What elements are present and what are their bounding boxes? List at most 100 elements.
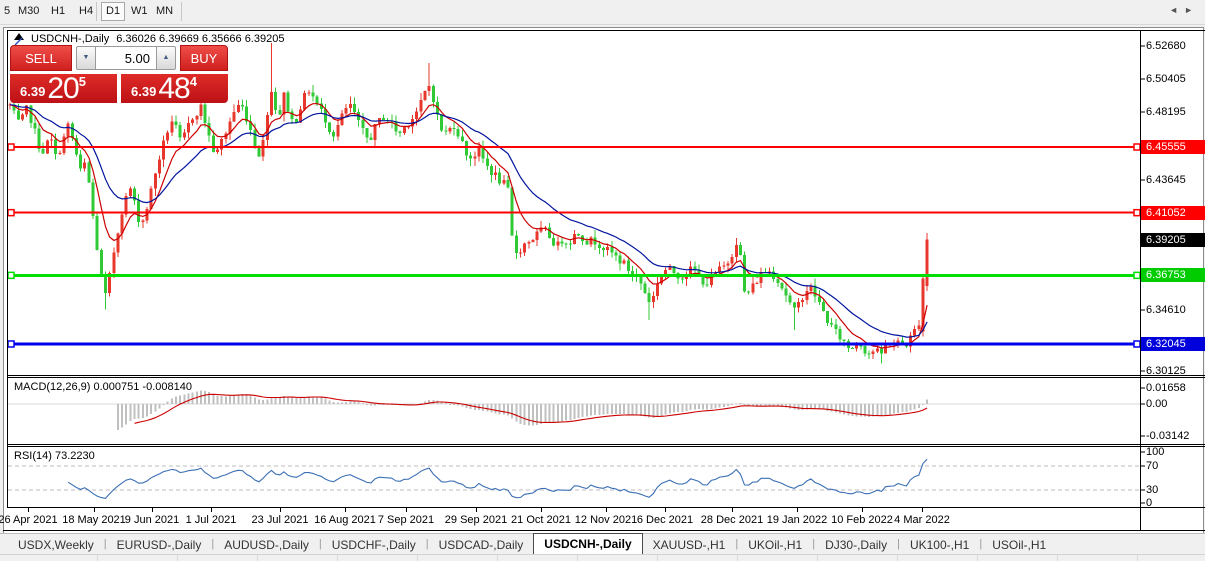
- time-axis-label: 16 Aug 2021: [314, 514, 376, 526]
- time-axis-label: 4 Mar 2022: [894, 514, 950, 526]
- sell-price-main: 20: [47, 72, 79, 105]
- spinner-down-icon: ▼: [82, 54, 90, 61]
- hline-marker: [7, 143, 15, 151]
- price-axis-tick: 6.48195: [1146, 106, 1186, 118]
- macd-signal-line: [134, 393, 928, 424]
- price-axis-tick: 6.34610: [1146, 304, 1186, 316]
- price-axis-tick: 6.30125: [1146, 365, 1186, 377]
- buy-price-pip: 4: [189, 74, 197, 89]
- status-bar-divider: [257, 555, 258, 561]
- trade-panel-price-row: 6.39 20 5 6.39 48 4: [10, 72, 228, 105]
- chart-symbol-label: USDCNH-,Daily: [31, 33, 110, 45]
- time-axis-label: 10 Feb 2022: [831, 514, 893, 526]
- chart-tab-dj30-daily[interactable]: DJ30-,Daily: [815, 536, 897, 554]
- sell-button[interactable]: SELL: [10, 45, 72, 71]
- toolbar-separator: [181, 2, 182, 21]
- timeframe-mn[interactable]: MN: [152, 3, 177, 20]
- toolbar-separator: [96, 2, 97, 21]
- volume-increase-button[interactable]: ▲: [156, 46, 176, 70]
- chart-tab-xauusd-h1[interactable]: XAUUSD-,H1: [643, 536, 736, 554]
- rsi-label: RSI(14) 73.2230: [14, 450, 95, 462]
- indicator-axis-tick: -0.03142: [1146, 430, 1190, 442]
- time-axis-label: 19 Jan 2022: [766, 514, 828, 526]
- time-axis-label: 9 Jun 2021: [124, 514, 180, 526]
- one-click-trading-panel: SELL ▼ ▲ BUY 6.39 20 5 6.39 48 4: [10, 45, 228, 105]
- chart-tab-usdcad-daily[interactable]: USDCAD-,Daily: [429, 536, 534, 554]
- spinner-up-icon: ▲: [162, 54, 170, 61]
- volume-decrease-button[interactable]: ▼: [76, 46, 96, 70]
- time-axis-label: 23 Jul 2021: [251, 514, 309, 526]
- price-axis-tick: 6.43645: [1146, 174, 1186, 186]
- chart-tab-ukoil-h1[interactable]: UKOil-,H1: [738, 536, 812, 554]
- ma-line-8: [9, 103, 928, 349]
- tab-scroll-left-icon[interactable]: ◄: [1169, 5, 1184, 15]
- buy-price-prefix: 6.39: [131, 84, 157, 99]
- indicator-axis-tick: 70: [1146, 460, 1159, 472]
- price-level-badge: 6.36753: [1141, 268, 1205, 282]
- chart-tab-bar: USDX,Weekly | EURUSD-,Daily | AUDUSD-,Daily |…: [0, 533, 1205, 554]
- hline-marker: [1133, 340, 1141, 348]
- timeframe-w1[interactable]: W1: [127, 3, 152, 20]
- status-bar-divider: [177, 555, 178, 561]
- status-bar-divider: [737, 555, 738, 561]
- time-axis-label: 21 Oct 2021: [511, 514, 571, 526]
- time-axis-label: 6 Dec 2021: [636, 514, 694, 526]
- chart-tab-eurusd-daily[interactable]: EURUSD-,Daily: [107, 536, 212, 554]
- status-bar: [0, 554, 1205, 561]
- hline-marker: [7, 340, 15, 348]
- timeframe-m30[interactable]: M30: [14, 3, 43, 20]
- timeframe-bar: 5 M30 H1 H4 D1 W1 MN: [0, 0, 1205, 25]
- status-bar-divider: [497, 555, 498, 561]
- chart-icon: [14, 33, 24, 45]
- status-bar-divider: [97, 555, 98, 561]
- time-axis-label: 1 Jul 2021: [185, 514, 237, 526]
- chart-tab-usoil-h1[interactable]: USOil-,H1: [982, 536, 1056, 554]
- status-bar-divider: [817, 555, 818, 561]
- price-level-badge: 6.32045: [1141, 337, 1205, 351]
- price-level-badge: 6.41052: [1141, 206, 1205, 220]
- status-bar-divider: [1057, 555, 1058, 561]
- price-axis-tick: 6.52680: [1146, 40, 1186, 52]
- time-axis-label: 26 Apr 2021: [0, 514, 58, 526]
- buy-price-main: 48: [158, 72, 190, 105]
- buy-price-display[interactable]: 6.39 48 4: [121, 72, 228, 105]
- chart-title-bar: USDCNH-,Daily 6.36026 6.39669 6.35666 6.…: [14, 33, 284, 45]
- chart-tab-uk100-h1[interactable]: UK100-,H1: [900, 536, 979, 554]
- timeframe-d1[interactable]: D1: [101, 2, 126, 21]
- time-axis-label: 7 Sep 2021: [377, 514, 435, 526]
- status-bar-divider: [577, 555, 578, 561]
- macd-label: MACD(12,26,9) 0.000751 -0.008140: [14, 381, 192, 393]
- volume-input[interactable]: [96, 46, 156, 70]
- hline-marker: [7, 208, 15, 217]
- hline-marker: [1133, 143, 1141, 151]
- status-bar-divider: [657, 555, 658, 561]
- mt4-window: 5 M30 H1 H4 D1 W1 MN USDCNH-,Daily 6.36026 6.3…: [0, 0, 1205, 561]
- tab-scroll-right-icon[interactable]: ►: [1184, 5, 1199, 15]
- tab-scroll-arrows[interactable]: ◄►: [1169, 5, 1199, 15]
- indicator-axis-tick: 0.00: [1146, 398, 1168, 410]
- price-level-badge: 6.45555: [1141, 140, 1205, 154]
- chart-tab-usdchf-daily[interactable]: USDCHF-,Daily: [322, 536, 426, 554]
- status-bar-divider: [337, 555, 338, 561]
- chart-ohlc-values: 6.36026 6.39669 6.35666 6.39205: [116, 33, 285, 45]
- time-axis-label: 28 Dec 2021: [700, 514, 764, 526]
- trade-panel-top-row: SELL ▼ ▲ BUY: [10, 45, 228, 71]
- chart-tab-usdcnh-daily[interactable]: USDCNH-,Daily: [533, 533, 643, 554]
- status-bar-divider: [977, 555, 978, 561]
- hline-marker: [1133, 208, 1141, 217]
- rsi-line: [67, 458, 928, 499]
- timeframe-5[interactable]: 5: [0, 3, 14, 20]
- time-axis-label: 18 May 2021: [62, 514, 126, 526]
- timeframe-h4[interactable]: H4: [75, 3, 97, 20]
- sell-price-pip: 5: [78, 74, 86, 89]
- chart-tab-usdx-weekly[interactable]: USDX,Weekly: [8, 536, 104, 554]
- sell-price-display[interactable]: 6.39 20 5: [10, 72, 117, 105]
- chart-tab-audusd-daily[interactable]: AUDUSD-,Daily: [214, 536, 319, 554]
- buy-button[interactable]: BUY: [180, 45, 228, 71]
- time-axis-label: 29 Sep 2021: [444, 514, 508, 526]
- hline-marker: [7, 271, 15, 280]
- indicator-axis-tick: 30: [1146, 484, 1159, 496]
- timeframe-h1[interactable]: H1: [47, 3, 69, 20]
- sell-price-prefix: 6.39: [20, 84, 46, 99]
- indicator-axis-tick: 100: [1146, 446, 1165, 458]
